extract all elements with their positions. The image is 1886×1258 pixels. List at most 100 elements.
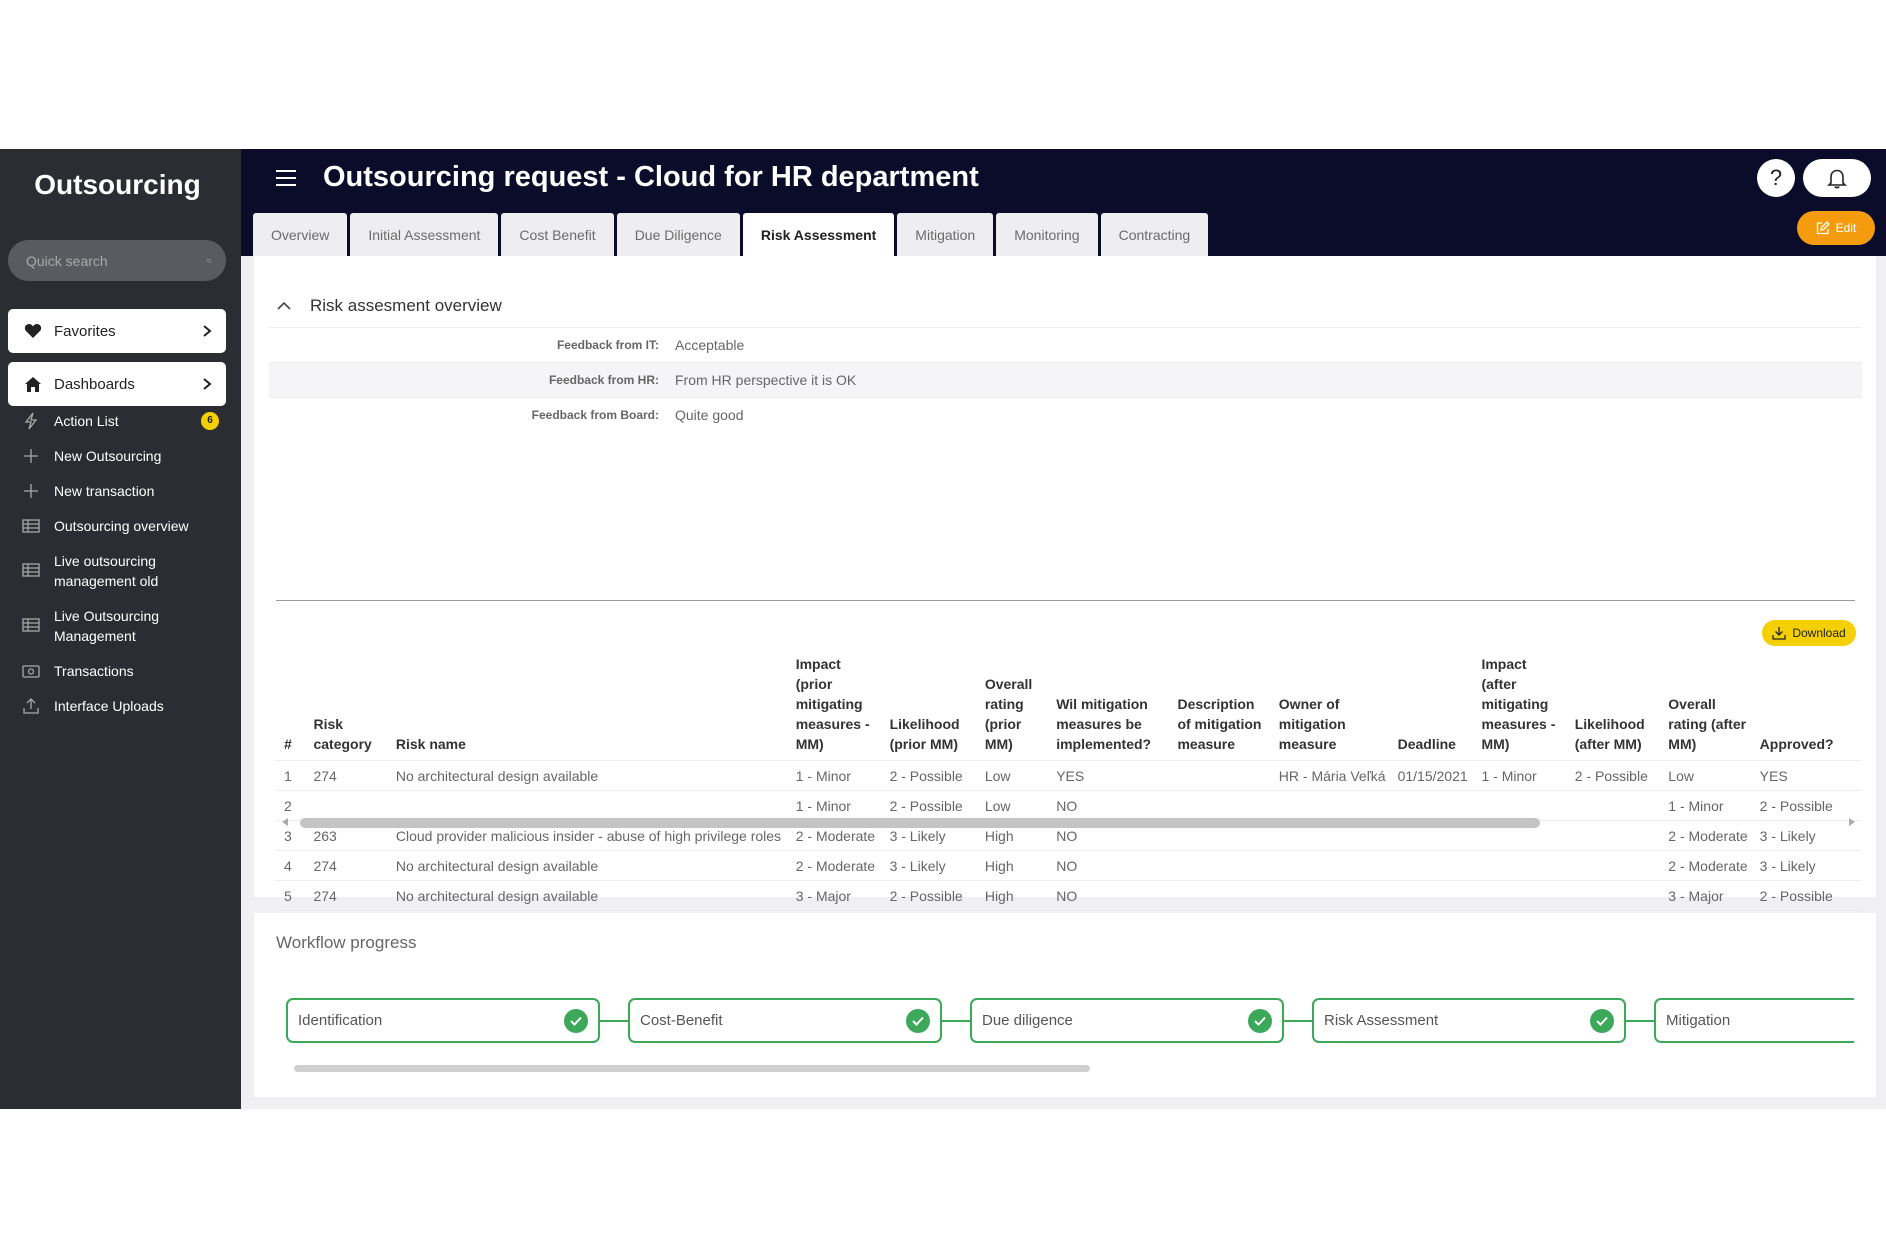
step-label: Risk Assessment: [1324, 1012, 1439, 1029]
sidebar-item-label: Live Outsourcing Management: [54, 608, 160, 644]
table-cell: 2 - Moderate: [787, 850, 882, 881]
tab-monitoring[interactable]: Monitoring: [996, 213, 1098, 256]
tab-risk-assessment[interactable]: Risk Assessment: [742, 213, 895, 256]
table-cell: NO: [1048, 850, 1170, 881]
quick-search[interactable]: [8, 240, 226, 281]
search-input[interactable]: [26, 252, 207, 269]
table-cell: HR - Mária Veľká: [1270, 760, 1390, 791]
table-cell: [1473, 850, 1567, 881]
sidebar-item-label: New Outsourcing: [54, 448, 162, 464]
table-icon: [22, 519, 40, 533]
sidebar-item-action-list[interactable]: Action List 6: [0, 411, 241, 446]
column-header[interactable]: Owner of mitigation measure: [1271, 654, 1390, 761]
column-header[interactable]: Overall rating (prior MM): [977, 654, 1048, 761]
sidebar-item-label: Outsourcing overview: [54, 518, 189, 534]
money-icon: [22, 665, 40, 678]
feedback-row: Feedback from Board: Quite good: [269, 397, 1862, 432]
column-header[interactable]: #: [276, 654, 305, 761]
column-header[interactable]: Description of mitigation measure: [1169, 654, 1270, 761]
table-cell: 1 - Minor: [1473, 760, 1567, 791]
workflow-step[interactable]: Mitigation: [1654, 998, 1854, 1043]
workflow-scrollbar[interactable]: [294, 1065, 1090, 1072]
table-row[interactable]: 1 274 No architectural design available 1 -…: [276, 760, 1861, 791]
table-cell: 274: [305, 850, 388, 881]
table-cell: 274: [305, 760, 388, 791]
help-button[interactable]: ?: [1757, 159, 1795, 197]
sidebar-item-new-outsourcing[interactable]: New Outsourcing: [0, 446, 241, 481]
table-header-row: # Risk category Risk name Impact (prior …: [276, 654, 1861, 761]
table-row[interactable]: 4 274 No architectural design available 2 -…: [276, 850, 1861, 881]
column-header[interactable]: Likelihood (after MM): [1567, 654, 1661, 761]
workflow-step[interactable]: Identification: [286, 998, 600, 1043]
scrollbar-thumb[interactable]: [300, 818, 1540, 828]
workflow-step[interactable]: Due diligence: [970, 998, 1284, 1043]
table-cell: 3 - Likely: [881, 850, 977, 881]
bell-icon: [1827, 169, 1847, 189]
heart-icon: [24, 324, 42, 338]
table-cell: 5: [276, 880, 306, 911]
sidebar-item-outsourcing-overview[interactable]: Outsourcing overview: [0, 516, 241, 551]
sidebar-item-live-outsourcing[interactable]: Live Outsourcing Management: [0, 606, 241, 661]
sidebar-item-live-outsourcing-old[interactable]: Live outsourcing management old: [0, 551, 241, 606]
table-cell: No architectural design available: [387, 850, 788, 881]
table-icon: [22, 618, 40, 632]
check-circle-icon: [564, 1008, 588, 1033]
table-cell: Low: [1660, 760, 1752, 791]
scroll-right-icon[interactable]: [1847, 815, 1857, 829]
tab-contracting[interactable]: Contracting: [1100, 213, 1209, 256]
feedback-label: Feedback from IT:: [556, 338, 659, 352]
sidebar-item-interface-uploads[interactable]: Interface Uploads: [0, 696, 241, 731]
table-cell: [1473, 880, 1567, 911]
table-cell: 2 - Possible: [1751, 880, 1861, 911]
search-icon[interactable]: [207, 252, 212, 270]
column-header[interactable]: Likelihood (prior MM): [882, 654, 977, 761]
feedback-label: Feedback from HR:: [548, 373, 659, 387]
table-cell: [1169, 850, 1271, 881]
sidebar-item-transactions[interactable]: Transactions: [0, 661, 241, 696]
column-header[interactable]: Impact (after mitigating measures - MM): [1473, 654, 1566, 761]
table-cell: High: [976, 850, 1049, 881]
edit-button[interactable]: Edit: [1797, 211, 1875, 245]
column-header[interactable]: Risk category: [305, 654, 387, 761]
app-window: Outsourcing Favorites Dashboards: [0, 149, 1886, 1109]
risk-table-container[interactable]: # Risk category Risk name Impact (prior …: [276, 654, 1861, 941]
favorites-button[interactable]: Favorites: [8, 309, 226, 353]
favorites-label: Favorites: [54, 322, 116, 340]
tab-overview[interactable]: Overview: [253, 213, 348, 256]
column-header[interactable]: Deadline: [1390, 654, 1474, 761]
divider: [276, 600, 1855, 601]
chevron-up-icon[interactable]: [276, 301, 292, 311]
workflow-title: Workflow progress: [276, 933, 417, 952]
tab-cost-benefit[interactable]: Cost Benefit: [501, 213, 614, 256]
download-button[interactable]: Download: [1762, 620, 1856, 646]
step-connector: [1284, 1019, 1312, 1022]
table-cell: 2 - Possible: [1566, 760, 1661, 791]
tab-due-diligence[interactable]: Due Diligence: [616, 213, 740, 256]
table-cell: [1389, 880, 1474, 911]
workflow-step[interactable]: Cost-Benefit: [628, 998, 942, 1043]
edit-label: Edit: [1835, 221, 1857, 235]
step-label: Cost-Benefit: [640, 1012, 723, 1029]
sidebar-nav: Action List 6 New Outsourcing New transa…: [0, 411, 241, 731]
tab-mitigation[interactable]: Mitigation: [897, 213, 994, 256]
table-cell: 3 - Major: [787, 880, 882, 911]
page-title: Outsourcing request - Cloud for HR depar…: [323, 161, 979, 193]
horizontal-scrollbar[interactable]: [276, 815, 1861, 829]
column-header[interactable]: Approved?: [1752, 654, 1861, 761]
column-header[interactable]: Impact (prior mitigating measures - MM): [788, 654, 882, 761]
section-header[interactable]: Risk assesment overview: [276, 296, 502, 316]
scroll-left-icon[interactable]: [280, 815, 290, 829]
dashboards-button[interactable]: Dashboards: [8, 362, 226, 406]
column-header[interactable]: Risk name: [388, 654, 788, 761]
chevron-right-icon: [203, 325, 212, 337]
feedback-row: Feedback from IT: Acceptable: [269, 327, 1862, 362]
workflow-step[interactable]: Risk Assessment: [1312, 998, 1626, 1043]
column-header[interactable]: Wil mitigation measures be implemented?: [1048, 654, 1169, 761]
notifications-button[interactable]: [1803, 159, 1871, 197]
table-row[interactable]: 5 274 No architectural design available 3 -…: [276, 880, 1861, 911]
column-header[interactable]: Overall rating (after MM): [1660, 654, 1751, 761]
hamburger-menu-icon[interactable]: [275, 169, 297, 187]
tab-initial-assessment[interactable]: Initial Assessment: [350, 213, 499, 256]
sidebar-item-new-transaction[interactable]: New transaction: [0, 481, 241, 516]
workflow-steps: Identification Cost-Benefit Due diligence R…: [286, 998, 1854, 1043]
